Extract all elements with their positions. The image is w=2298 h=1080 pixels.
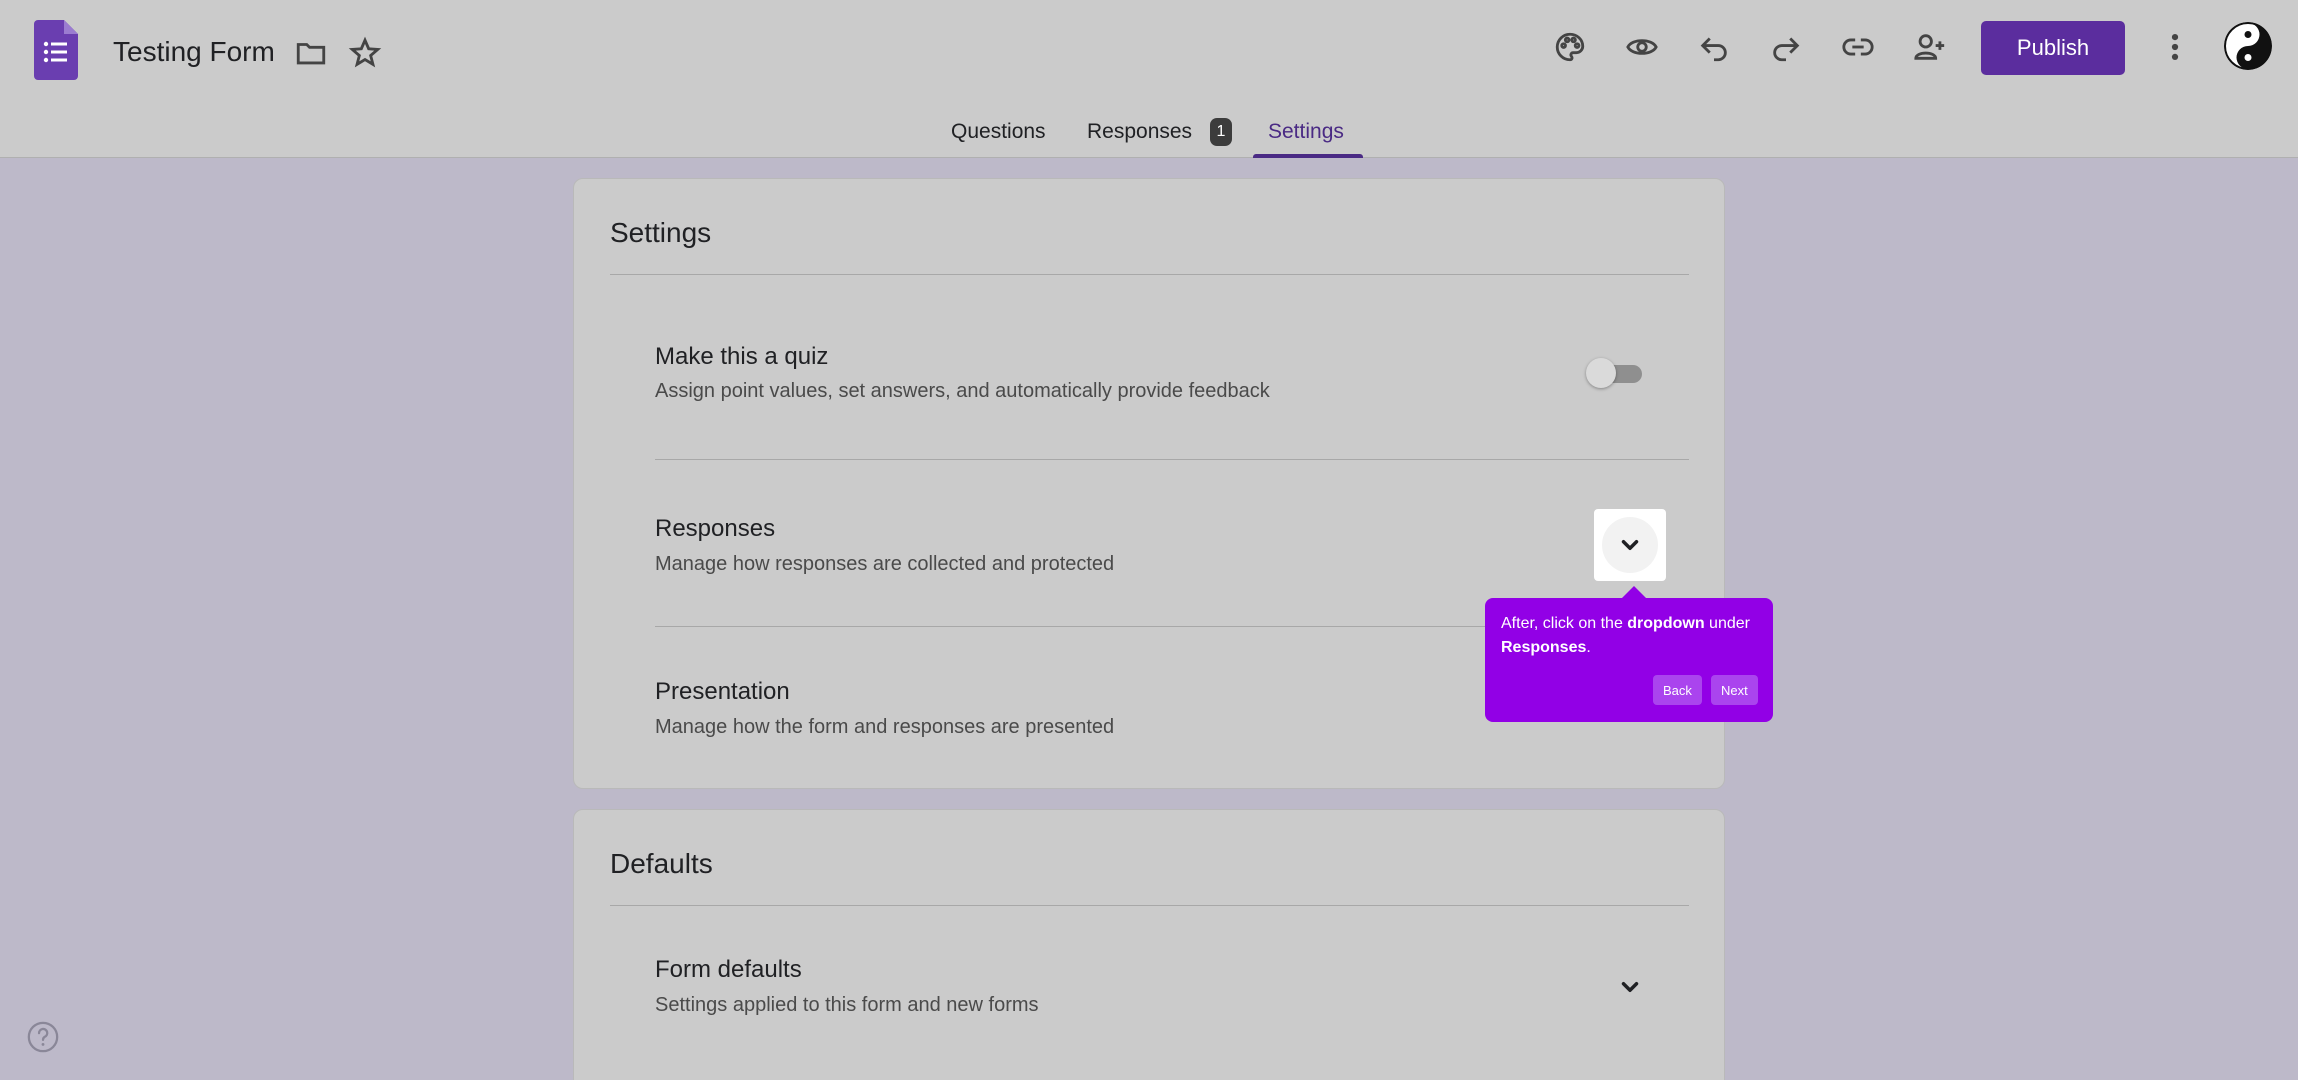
- form-title[interactable]: Testing Form: [113, 36, 275, 68]
- quiz-row-subtitle: Assign point values, set answers, and au…: [655, 380, 1270, 402]
- responses-count-badge: 1: [1210, 118, 1232, 146]
- chevron-down-icon: [1621, 540, 1639, 550]
- divider: [610, 274, 1689, 275]
- more-vert-icon[interactable]: [2153, 25, 2197, 69]
- link-icon[interactable]: [1836, 25, 1880, 69]
- form-defaults-row-subtitle: Settings applied to this form and new fo…: [655, 994, 1039, 1016]
- tooltip-next-button[interactable]: Next: [1711, 675, 1758, 705]
- avatar[interactable]: [2224, 22, 2272, 70]
- form-defaults-row-title: Form defaults: [655, 956, 802, 983]
- active-tab-indicator: [1253, 154, 1363, 158]
- tooltip-text: After, click on the dropdown under Respo…: [1501, 615, 1750, 656]
- tab-bar: Questions Responses Settings: [0, 112, 2298, 158]
- tab-responses[interactable]: Responses: [1087, 120, 1192, 144]
- responses-row-subtitle: Manage how responses are collected and p…: [655, 553, 1115, 575]
- presentation-row-title: Presentation: [655, 678, 790, 705]
- dropdown-hover-circle: [1602, 517, 1658, 573]
- folder-icon[interactable]: [289, 31, 333, 75]
- forms-logo-icon[interactable]: [34, 20, 78, 80]
- defaults-card-title: Defaults: [610, 848, 713, 879]
- defaults-card: Defaults Form defaults Settings applied …: [573, 809, 1725, 1080]
- eye-icon[interactable]: [1620, 25, 1664, 69]
- settings-card-title: Settings: [610, 217, 712, 248]
- divider: [655, 459, 1689, 460]
- tooltip-back-button[interactable]: Back: [1653, 675, 1702, 705]
- tab-questions[interactable]: Questions: [951, 120, 1046, 144]
- quiz-toggle[interactable]: [1586, 357, 1646, 389]
- tab-settings[interactable]: Settings: [1268, 120, 1344, 144]
- publish-button[interactable]: Publish: [1981, 21, 2125, 75]
- responses-row-title: Responses: [655, 515, 776, 542]
- add-person-icon[interactable]: [1908, 25, 1952, 69]
- redo-icon[interactable]: [1764, 25, 1808, 69]
- tour-tooltip: After, click on the dropdown under Respo…: [1485, 598, 1773, 722]
- app-header: Testing Form Publish Questions Responses…: [0, 0, 2298, 158]
- form-defaults-dropdown-button[interactable]: [1594, 951, 1666, 1023]
- divider: [610, 905, 1689, 906]
- responses-dropdown-button[interactable]: [1594, 509, 1666, 581]
- quiz-row-title: Make this a quiz: [655, 343, 829, 370]
- palette-icon[interactable]: [1548, 25, 1592, 69]
- toggle-thumb: [1586, 358, 1616, 388]
- presentation-row-subtitle: Manage how the form and responses are pr…: [655, 716, 1115, 738]
- chevron-down-icon: [1621, 982, 1639, 992]
- undo-icon[interactable]: [1692, 25, 1736, 69]
- star-icon[interactable]: [343, 31, 387, 75]
- help-icon[interactable]: [26, 1020, 60, 1054]
